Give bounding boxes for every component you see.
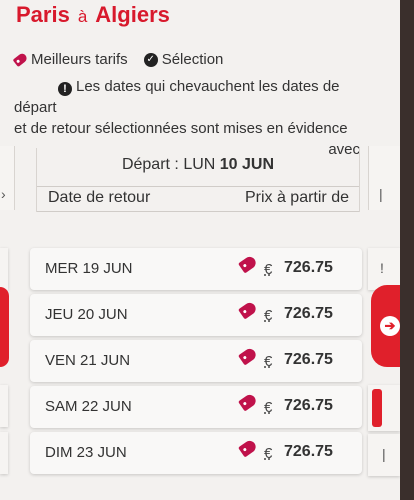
prev-column-glyph: › bbox=[1, 186, 6, 202]
legend-selection: Sélection bbox=[161, 51, 224, 68]
next-column-row: | bbox=[368, 434, 400, 476]
return-date: VEN 21 JUN bbox=[45, 352, 131, 369]
check-circle-icon: ✓ bbox=[143, 52, 158, 67]
column-return-date: Date de retour bbox=[48, 189, 151, 206]
table-row[interactable]: MER 19 JUN € 726.75 bbox=[30, 248, 362, 290]
departure-label: Départ : LUN 10 JUN bbox=[121, 156, 275, 173]
price-value: 726.75 bbox=[284, 351, 333, 368]
price-value: 726.75 bbox=[284, 305, 333, 322]
prev-column-row bbox=[0, 432, 8, 474]
currency-symbol: € bbox=[264, 399, 273, 416]
next-column-header: | bbox=[368, 146, 400, 210]
currency-symbol: € bbox=[264, 261, 273, 278]
notice-line-2: et de retour sélectionnées sont mises en… bbox=[14, 120, 348, 137]
column-price: Prix à partir de bbox=[244, 189, 349, 206]
origin-city: Paris bbox=[16, 2, 70, 27]
exclamation-circle-icon: ! bbox=[58, 82, 72, 96]
table-row[interactable]: SAM 22 JUN € 726.75 bbox=[30, 386, 362, 428]
prev-column-row bbox=[0, 385, 8, 427]
price-value: 726.75 bbox=[284, 443, 333, 460]
table-row[interactable]: DIM 23 JUN € 726.75 bbox=[30, 432, 362, 474]
price-tag-icon bbox=[238, 392, 258, 412]
price-value: 726.75 bbox=[284, 259, 333, 276]
currency-symbol: € bbox=[264, 445, 273, 462]
next-column-row: ! bbox=[368, 248, 400, 290]
price-value: 726.75 bbox=[284, 397, 333, 414]
price-tag-icon bbox=[238, 346, 258, 366]
currency-symbol: € bbox=[264, 307, 273, 324]
legend: Meilleurs tarifs ✓ Sélection bbox=[12, 51, 224, 68]
price-table: Départ : LUN 10 JUN Date de retour Prix … bbox=[12, 146, 372, 500]
price-tag-icon bbox=[12, 51, 29, 68]
destination-city: Algiers bbox=[95, 2, 170, 27]
arrow-right-circle-icon: ➔ bbox=[380, 316, 400, 336]
price-tag-icon bbox=[238, 254, 258, 274]
table-row[interactable]: JEU 20 JUN € 726.75 bbox=[30, 294, 362, 336]
route-title: Paris à Algiers bbox=[16, 2, 170, 28]
prev-column-button[interactable] bbox=[0, 287, 9, 367]
price-tag-icon bbox=[238, 438, 258, 458]
return-date: DIM 23 JUN bbox=[45, 444, 127, 461]
column-headers: Date de retour Prix à partir de bbox=[37, 186, 359, 212]
table-header: Départ : LUN 10 JUN Date de retour Prix … bbox=[36, 148, 360, 212]
next-column-row bbox=[368, 385, 400, 431]
next-column-glyph: | bbox=[379, 186, 383, 202]
departure-date: 10 JUN bbox=[219, 156, 275, 173]
return-date: SAM 22 JUN bbox=[45, 398, 132, 415]
next-column-glyph: | bbox=[382, 446, 386, 462]
currency-symbol: € bbox=[264, 353, 273, 370]
return-date: JEU 20 JUN bbox=[45, 306, 128, 323]
table-row[interactable]: VEN 21 JUN € 726.75 bbox=[30, 340, 362, 382]
price-tag-icon bbox=[238, 300, 258, 320]
next-column-glyph: ! bbox=[380, 260, 384, 276]
device-bezel bbox=[400, 0, 414, 500]
legend-best-prices: Meilleurs tarifs bbox=[31, 51, 128, 68]
prev-column-row bbox=[0, 248, 8, 290]
next-column-button[interactable]: ➔ bbox=[371, 285, 400, 367]
return-date: MER 19 JUN bbox=[45, 260, 133, 277]
next-column-marker bbox=[372, 389, 382, 427]
route-separator: à bbox=[77, 7, 88, 26]
screen: Paris à Algiers Meilleurs tarifs ✓ Sélecti… bbox=[0, 0, 400, 500]
